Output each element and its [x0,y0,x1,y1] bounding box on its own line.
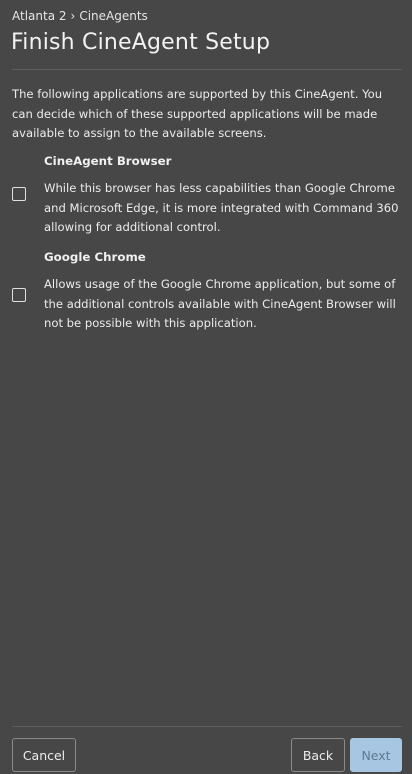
google-chrome-checkbox[interactable] [12,288,26,302]
cancel-button[interactable]: Cancel [12,738,76,772]
page-title: Finish CineAgent Setup [11,30,271,55]
option-title: CineAgent Browser [44,154,172,168]
breadcrumb-parent[interactable]: Atlanta 2 [12,9,67,23]
breadcrumb: Atlanta 2 › CineAgents [12,9,148,23]
next-button[interactable]: Next [350,738,402,772]
option-description: Allows usage of the Google Chrome applic… [44,277,396,330]
option-title: Google Chrome [44,250,146,264]
cineagent-browser-checkbox[interactable] [12,187,26,201]
setup-panel: Atlanta 2 › CineAgents Finish CineAgent Se… [0,0,412,774]
breadcrumb-separator: › [70,9,76,23]
header-divider [12,69,402,70]
option-description: While this browser has less capabilities… [44,181,399,234]
breadcrumb-current[interactable]: CineAgents [79,9,147,23]
back-button[interactable]: Back [291,738,345,772]
intro-text: The following applications are supported… [12,87,383,140]
footer-divider [12,726,402,727]
